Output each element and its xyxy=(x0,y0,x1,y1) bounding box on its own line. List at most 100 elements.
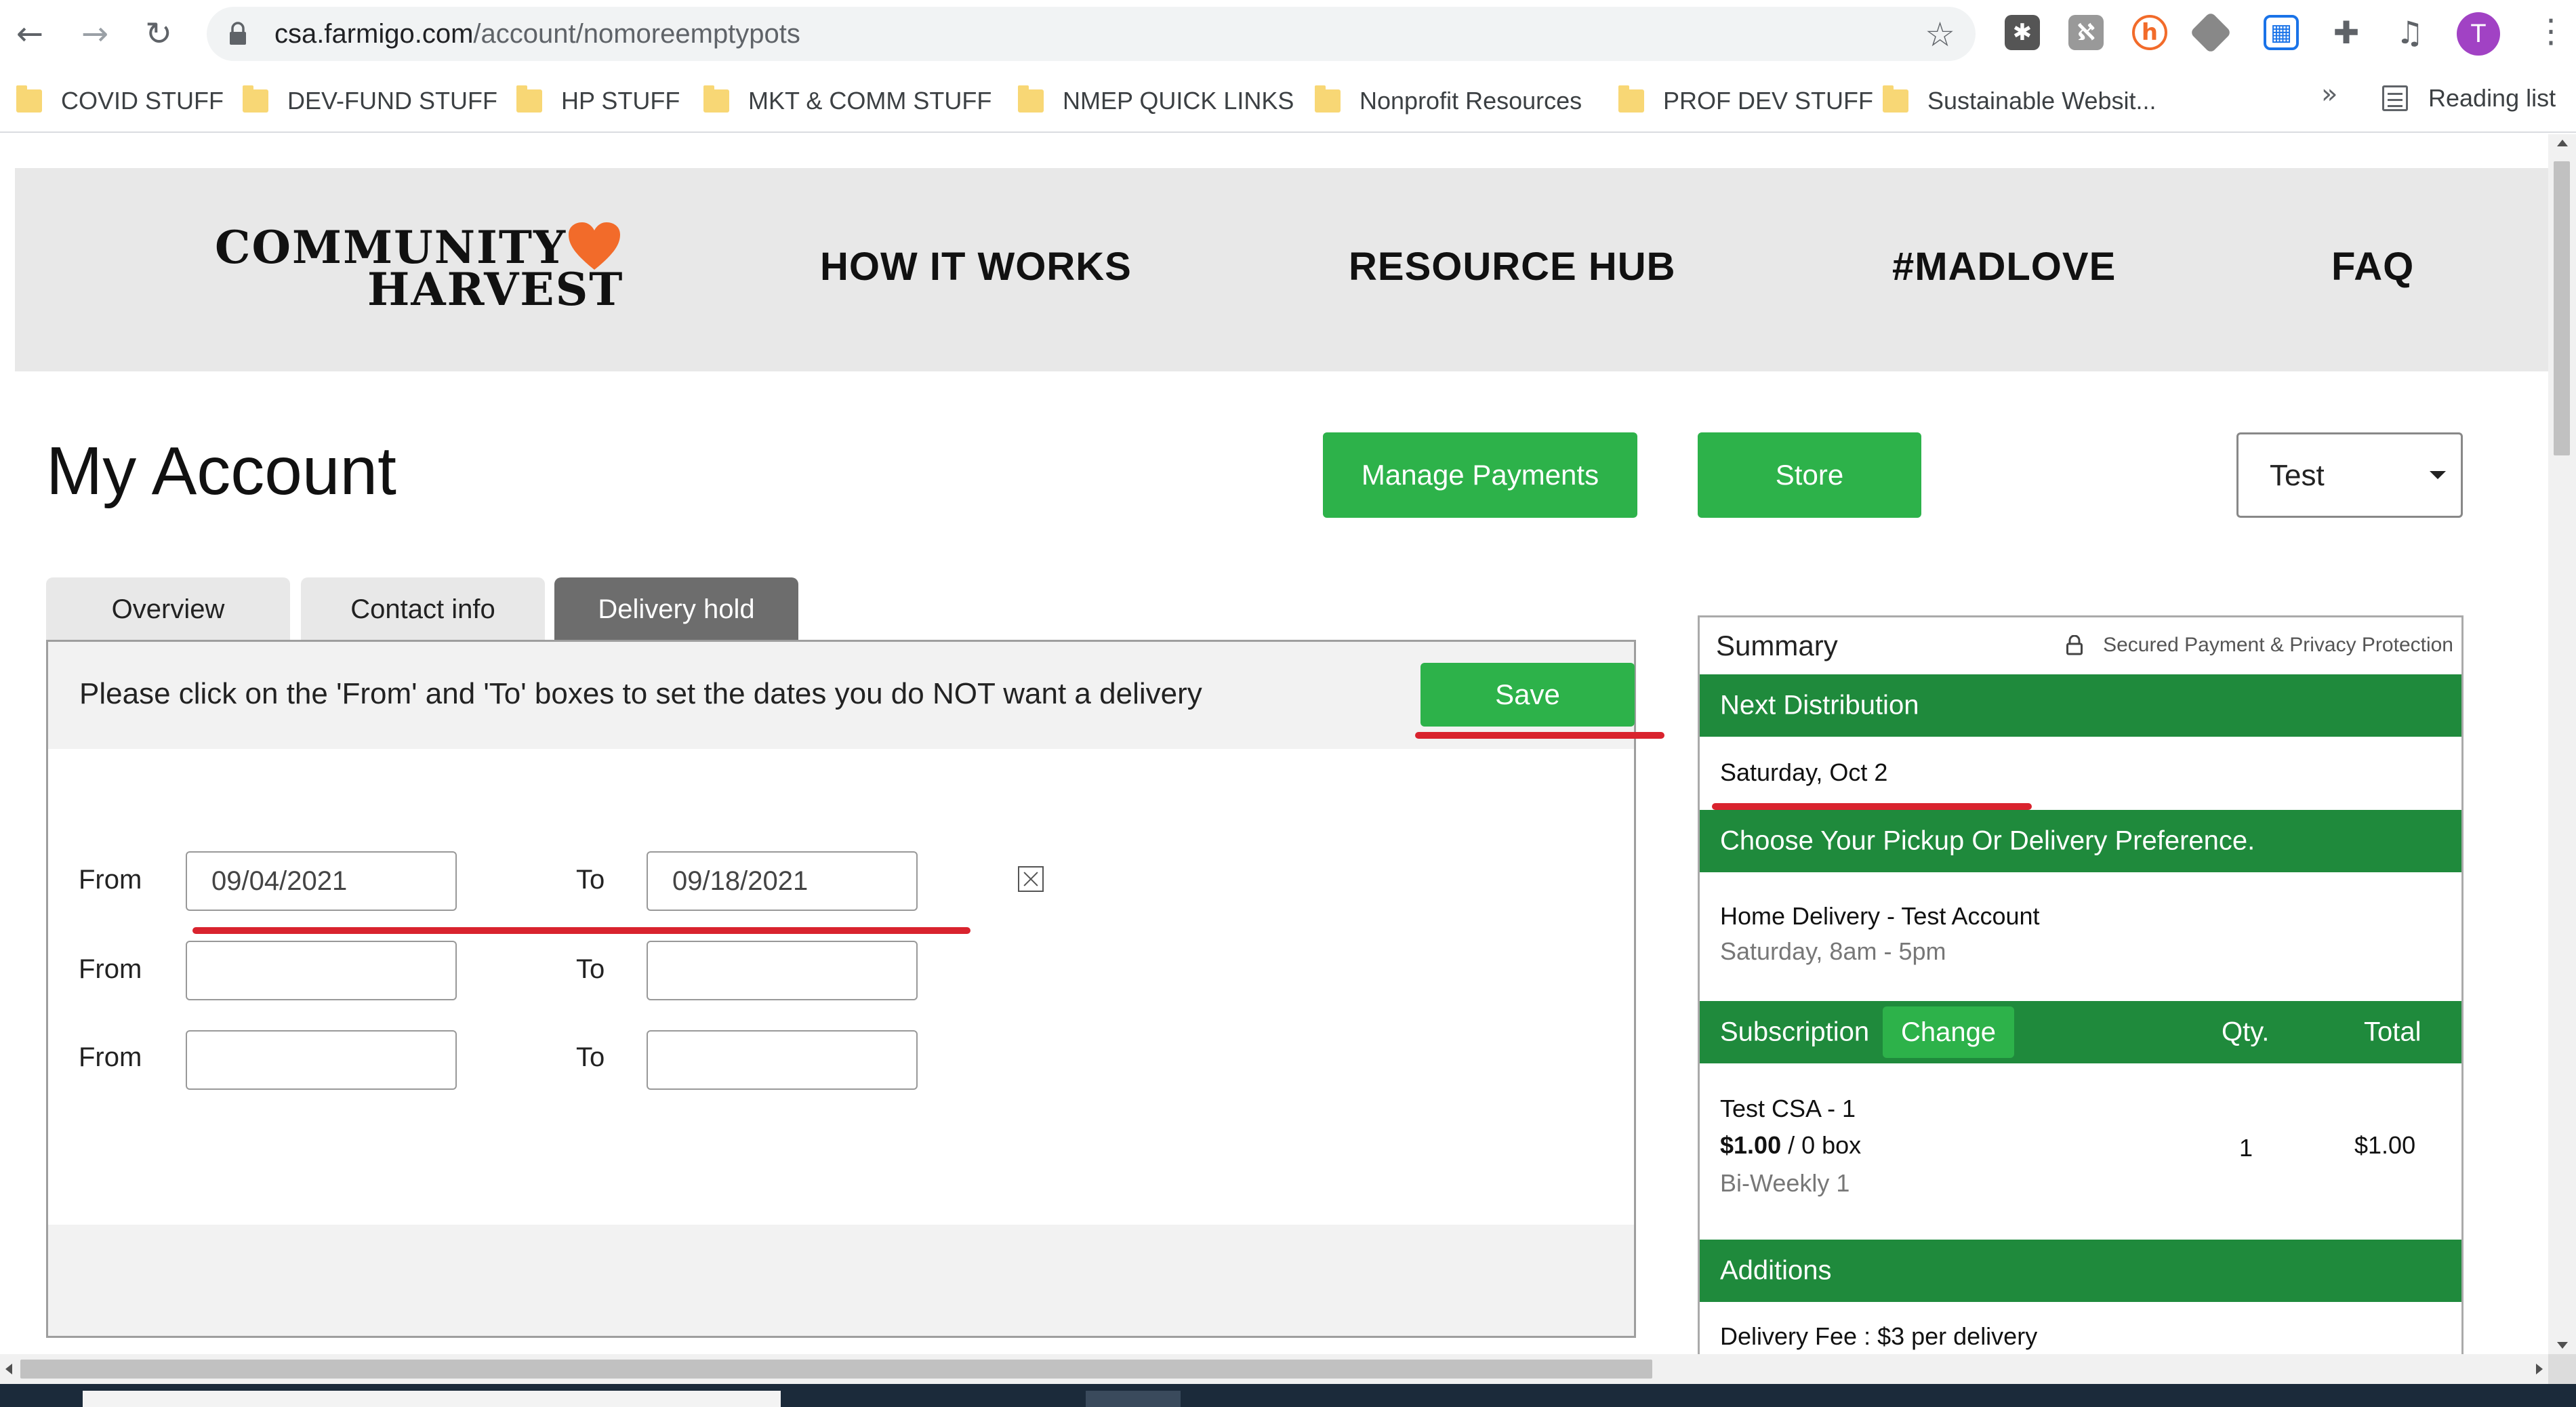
to-label: To xyxy=(576,954,605,984)
subscription-bar: Subscription Change Qty. Total xyxy=(1700,1001,2461,1063)
bookmark-hp[interactable]: HP STUFF xyxy=(516,84,680,118)
scrollbar-corner xyxy=(2548,1354,2576,1384)
pickup-preference-bar[interactable]: Choose Your Pickup Or Delivery Preferenc… xyxy=(1700,810,2461,872)
to-date-input-3[interactable] xyxy=(647,1030,918,1090)
bookmark-mkt-comm[interactable]: MKT & COMM STUFF xyxy=(703,84,991,118)
bookmark-prof-dev[interactable]: PROF DEV STUFF xyxy=(1618,84,1873,118)
kebab-menu-icon[interactable]: ⋮ xyxy=(2535,12,2567,50)
qty-header: Qty. xyxy=(2222,1017,2270,1047)
bookmark-label: NMEP QUICK LINKS xyxy=(1063,87,1294,115)
next-distribution-date: Saturday, Oct 2 xyxy=(1720,758,1888,786)
more-bookmarks-icon[interactable]: » xyxy=(2321,79,2337,110)
screen-capture-extension-icon[interactable]: ▦ xyxy=(2264,15,2299,50)
to-date-input-2[interactable] xyxy=(647,941,918,1000)
red-annotation-underline xyxy=(1415,732,1664,739)
clipboard-extension-icon[interactable]: ℵ xyxy=(2068,15,2104,50)
reading-list-label: Reading list xyxy=(2428,84,2556,112)
nav-how-it-works[interactable]: HOW IT WORKS xyxy=(820,244,1132,289)
hold-panel-footer xyxy=(48,1225,1634,1336)
screen: ← → ↻ csa.farmigo.com/account/nomoreempt… xyxy=(0,0,2576,1407)
nav-faq[interactable]: FAQ xyxy=(2331,244,2414,289)
vertical-scrollbar[interactable] xyxy=(2548,134,2576,1354)
total-header: Total xyxy=(2364,1017,2421,1047)
media-control-icon[interactable]: ♫ xyxy=(2392,14,2428,51)
additions-bar: Additions xyxy=(1700,1240,2461,1302)
profile-avatar[interactable]: T xyxy=(2457,12,2500,56)
delivery-fee: Delivery Fee : $3 per delivery xyxy=(1720,1322,2038,1350)
bookmark-covid[interactable]: COVID STUFF xyxy=(16,84,224,118)
summary-heading: Summary xyxy=(1716,630,1838,661)
horizontal-scroll-thumb[interactable] xyxy=(20,1360,1652,1379)
summary-panel: Summary Secured Payment & Privacy Protec… xyxy=(1698,615,2463,1354)
scroll-right-icon[interactable] xyxy=(2536,1364,2543,1374)
nav-resource-hub[interactable]: RESOURCE HUB xyxy=(1349,244,1676,289)
page-viewport: COMMUNITY HARVEST HOW IT WORKS RESOURCE … xyxy=(0,134,2548,1354)
reading-list-button[interactable]: Reading list xyxy=(2382,84,2556,113)
scroll-up-icon[interactable] xyxy=(2557,140,2568,146)
taskbar-window[interactable] xyxy=(83,1391,781,1407)
honey-extension-icon[interactable]: h xyxy=(2132,15,2167,50)
store-button[interactable]: Store xyxy=(1698,432,1921,518)
forward-arrow-icon[interactable]: → xyxy=(75,14,115,54)
browser-toolbar: ← → ↻ csa.farmigo.com/account/nomoreempt… xyxy=(0,0,2576,68)
bookmark-nonprofit[interactable]: Nonprofit Resources xyxy=(1315,84,1582,118)
next-distribution-bar: Next Distribution xyxy=(1700,674,2461,737)
folder-icon xyxy=(1883,85,1908,113)
item-qty: 1 xyxy=(2239,1134,2253,1162)
address-bar[interactable]: csa.farmigo.com/account/nomoreemptypots … xyxy=(207,7,1976,61)
bookmark-label: PROF DEV STUFF xyxy=(1663,87,1874,115)
scroll-left-icon[interactable] xyxy=(5,1364,12,1374)
save-button[interactable]: Save xyxy=(1420,663,1635,727)
to-label: To xyxy=(576,1042,605,1072)
taskbar-window[interactable] xyxy=(1086,1391,1181,1407)
puzzle-icon[interactable]: ✚ xyxy=(2329,14,2364,51)
bookmark-label: Sustainable Websit... xyxy=(1927,87,2156,115)
delivery-time: Saturday, 8am - 5pm xyxy=(1720,937,1946,965)
red-annotation-underline xyxy=(1712,803,2032,810)
tab-delivery-hold[interactable]: Delivery hold xyxy=(554,577,798,641)
pickup-preference-label: Choose Your Pickup Or Delivery Preferenc… xyxy=(1720,825,2255,856)
from-date-input-1[interactable] xyxy=(186,851,457,911)
chevron-down-icon xyxy=(2430,471,2446,479)
to-date-input-1[interactable] xyxy=(647,851,918,911)
diamond-extension-icon[interactable] xyxy=(2189,11,2232,54)
site-header: COMMUNITY HARVEST HOW IT WORKS RESOURCE … xyxy=(15,168,2548,371)
bookmark-nmep[interactable]: NMEP QUICK LINKS xyxy=(1018,84,1294,118)
community-harvest-logo[interactable]: COMMUNITY HARVEST xyxy=(201,221,628,316)
star-icon[interactable]: ☆ xyxy=(1925,15,1955,54)
folder-icon xyxy=(243,85,268,113)
from-label: From xyxy=(79,1042,142,1072)
padlock-icon xyxy=(2066,635,2083,655)
reading-list-icon xyxy=(2382,85,2408,111)
secured-note: Secured Payment & Privacy Protection xyxy=(2066,634,2453,657)
from-date-input-3[interactable] xyxy=(186,1030,457,1090)
from-label: From xyxy=(79,865,142,895)
vertical-scroll-thumb[interactable] xyxy=(2554,161,2570,455)
hubspot-icon[interactable]: ✱ xyxy=(2005,15,2040,50)
item-total: $1.00 xyxy=(2354,1131,2416,1159)
bookmarks-bar: COVID STUFF DEV-FUND STUFF HP STUFF MKT … xyxy=(0,68,2576,133)
manage-payments-button[interactable]: Manage Payments xyxy=(1323,432,1637,518)
change-subscription-button[interactable]: Change xyxy=(1883,1006,2014,1058)
folder-icon xyxy=(1315,85,1341,113)
url-path: /account/nomoreemptypots xyxy=(473,19,800,49)
bookmark-dev-fund[interactable]: DEV-FUND STUFF xyxy=(243,84,497,118)
clear-row-icon[interactable] xyxy=(1018,866,1044,892)
item-name: Test CSA - 1 xyxy=(1720,1095,1856,1122)
hold-instructions-bar: Please click on the 'From' and 'To' boxe… xyxy=(48,642,1634,749)
from-date-input-2[interactable] xyxy=(186,941,457,1000)
item-price: $1.00 xyxy=(1720,1131,1782,1159)
horizontal-scrollbar[interactable] xyxy=(0,1354,2548,1384)
account-select[interactable]: Test xyxy=(2236,432,2463,518)
back-arrow-icon[interactable]: ← xyxy=(9,14,50,54)
bookmark-label: HP STUFF xyxy=(561,87,680,115)
tab-overview[interactable]: Overview xyxy=(46,577,290,641)
tab-contact-info[interactable]: Contact info xyxy=(301,577,545,641)
red-annotation-underline xyxy=(192,927,970,934)
reload-icon[interactable]: ↻ xyxy=(138,14,179,54)
scroll-down-icon[interactable] xyxy=(2557,1342,2568,1349)
page-title: My Account xyxy=(46,433,396,509)
bookmark-sustainable[interactable]: Sustainable Websit... xyxy=(1883,84,2156,118)
nav-madlove[interactable]: #MADLOVE xyxy=(1892,244,2116,289)
lock-icon xyxy=(230,22,246,45)
